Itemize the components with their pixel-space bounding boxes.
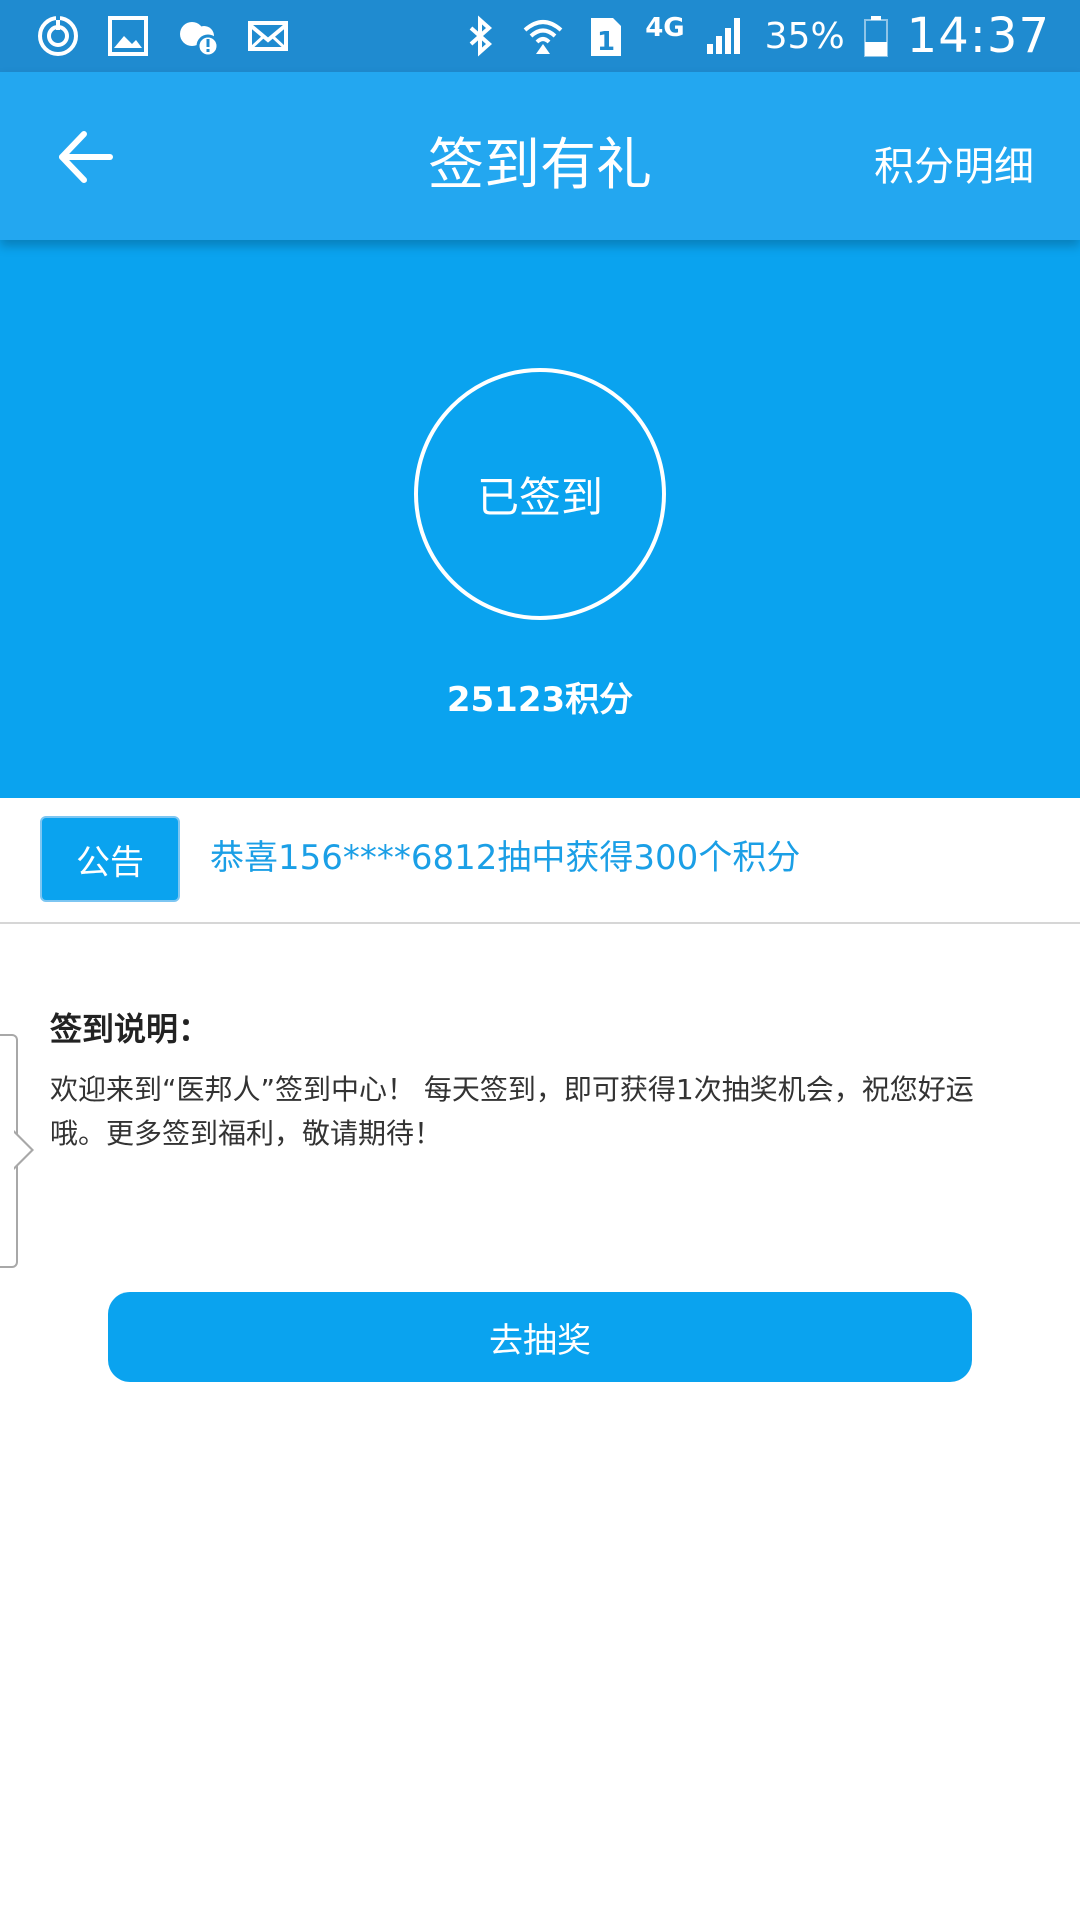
points-detail-link[interactable]: 积分明细 — [874, 134, 1034, 192]
drawer-handle-arrow-fill — [13, 1132, 31, 1168]
app-bar: 签到有礼 积分明细 — [0, 72, 1080, 240]
wifi-icon — [521, 14, 565, 58]
cloud-alert-icon — [176, 14, 220, 58]
clock: 14:37 — [906, 8, 1050, 64]
notice-bar: 公告 恭喜156****6812抽中获得300个积分 — [0, 798, 1080, 924]
notice-text: 恭喜156****6812抽中获得300个积分 — [210, 838, 801, 878]
bluetooth-icon — [459, 14, 503, 58]
battery-level: 35% — [764, 15, 845, 57]
instructions-body: 欢迎来到“医邦人”签到中心！ 每天签到，即可获得1次抽奖机会，祝您好运哦。更多签… — [50, 1073, 974, 1150]
status-icons-left — [36, 0, 290, 72]
sync-icon — [36, 14, 80, 58]
image-icon — [106, 14, 150, 58]
checkin-status-circle[interactable]: 已签到 — [414, 368, 666, 620]
mail-icon — [246, 14, 290, 58]
status-bar: 1 4G 35% 14:37 — [0, 0, 1080, 72]
battery-icon — [863, 14, 889, 58]
signal-icon — [703, 14, 747, 58]
points-total: 25123积分 — [446, 680, 634, 720]
checkin-status-label: 已签到 — [476, 472, 603, 522]
instructions-title: 签到说明： — [50, 1010, 211, 1048]
sim-1-icon: 1 — [583, 14, 627, 58]
checkin-hero: 已签到 25123积分 — [0, 240, 1080, 798]
notice-badge: 公告 — [40, 816, 180, 902]
status-icons-right: 1 4G 35% 14:37 — [459, 0, 1050, 72]
lottery-button[interactable]: 去抽奖 — [108, 1292, 972, 1382]
network-type: 4G — [645, 13, 685, 43]
svg-text:1: 1 — [597, 27, 615, 57]
